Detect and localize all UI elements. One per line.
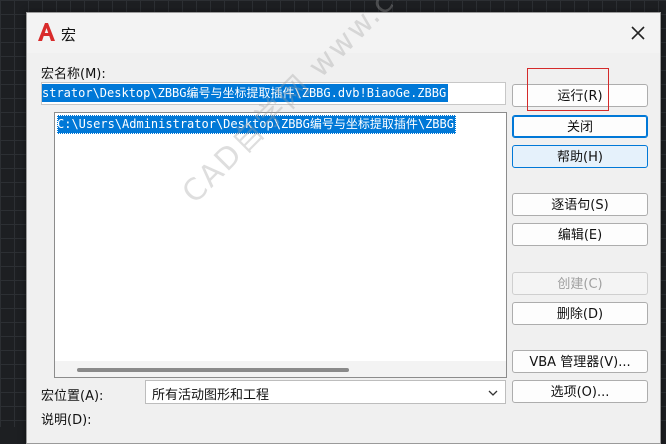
- macro-location-label: 宏位置(A):: [41, 389, 104, 404]
- scrollbar-thumb[interactable]: [77, 368, 349, 372]
- step-into-button[interactable]: 逐语句(S): [512, 193, 648, 216]
- edit-button[interactable]: 编辑(E): [512, 223, 648, 246]
- run-button[interactable]: 运行(R): [512, 84, 648, 107]
- macro-listbox[interactable]: C:\Users\Administrator\Desktop\ZBBG编号与坐标…: [54, 112, 507, 378]
- macro-name-input[interactable]: strator\Desktop\ZBBG编号与坐标提取插件\ZBBG.dvb!B…: [41, 82, 506, 105]
- create-button: 创建(C): [512, 272, 648, 295]
- macro-dialog: 宏 宏名称(M): strator\Desktop\ZBBG编号与坐标提取插件\…: [26, 12, 661, 444]
- horizontal-scrollbar[interactable]: [55, 361, 506, 377]
- help-button[interactable]: 帮助(H): [512, 145, 648, 168]
- macro-name-value: strator\Desktop\ZBBG编号与坐标提取插件\ZBBG.dvb!B…: [42, 84, 449, 102]
- options-button[interactable]: 选项(O)...: [512, 380, 648, 403]
- close-button[interactable]: 关闭: [512, 115, 648, 138]
- vba-manager-button[interactable]: VBA 管理器(V)...: [512, 350, 648, 373]
- chevron-down-icon[interactable]: [487, 387, 499, 399]
- macro-location-value: 所有活动图形和工程: [152, 388, 270, 403]
- autocad-logo-icon: [38, 23, 55, 41]
- close-icon[interactable]: [626, 22, 650, 44]
- list-item[interactable]: C:\Users\Administrator\Desktop\ZBBG编号与坐标…: [57, 115, 456, 134]
- dialog-title: 宏: [61, 26, 77, 44]
- macro-location-select[interactable]: 所有活动图形和工程: [145, 380, 506, 404]
- delete-button[interactable]: 删除(D): [512, 302, 648, 325]
- title-bar: 宏: [27, 13, 660, 53]
- description-label: 说明(D):: [41, 413, 92, 428]
- macro-name-label: 宏名称(M):: [41, 67, 106, 82]
